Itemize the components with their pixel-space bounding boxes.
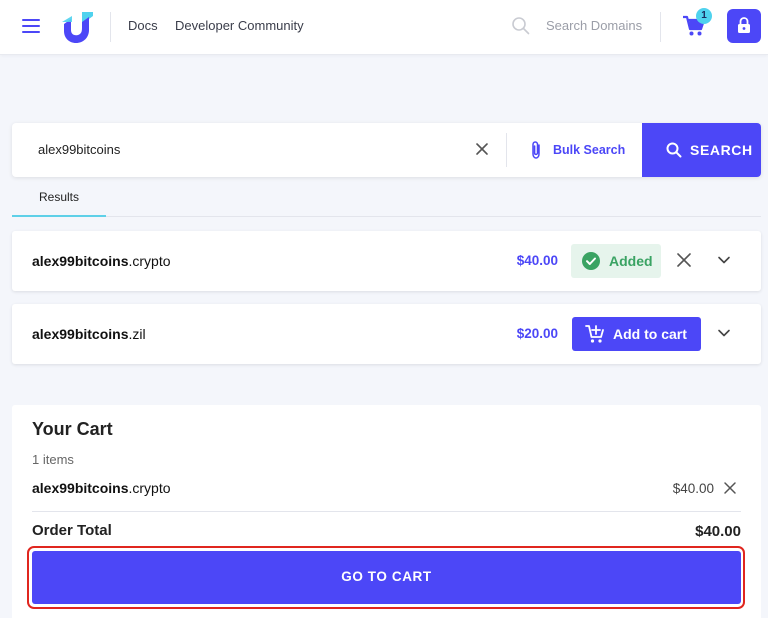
account-button[interactable] bbox=[727, 9, 761, 43]
cart-item-count: 1 items bbox=[32, 452, 74, 467]
result-row-zil: alex99bitcoins.zil $20.00 Add to cart bbox=[12, 304, 761, 364]
cart-item-price: $40.00 bbox=[672, 481, 714, 496]
top-navbar: Docs Developer Community Search Domains … bbox=[0, 0, 768, 55]
clear-search-icon[interactable] bbox=[475, 142, 489, 156]
go-to-cart-button[interactable]: GO TO CART bbox=[32, 551, 741, 604]
result-domain-label: alex99bitcoins bbox=[32, 253, 129, 269]
menu-icon[interactable] bbox=[22, 19, 40, 33]
check-circle-icon bbox=[582, 252, 600, 270]
cart-title: Your Cart bbox=[32, 419, 113, 439]
chevron-down-icon[interactable] bbox=[717, 255, 731, 265]
cart-item-extension: .crypto bbox=[128, 480, 171, 496]
tab-active-indicator bbox=[12, 215, 106, 217]
search-icon bbox=[666, 142, 682, 158]
result-domain-name: alex99bitcoins.crypto bbox=[32, 253, 171, 269]
tab-divider bbox=[106, 216, 761, 217]
result-row-crypto: alex99bitcoins.crypto $40.00 Added bbox=[12, 231, 761, 291]
added-status-badge: Added bbox=[571, 244, 661, 278]
cart-divider bbox=[32, 511, 741, 512]
header-divider bbox=[660, 12, 661, 42]
search-icon bbox=[512, 17, 530, 35]
cart-summary-panel: Your Cart 1 items alex99bitcoins.crypto … bbox=[12, 405, 761, 618]
add-to-cart-button[interactable]: Add to cart bbox=[572, 317, 701, 351]
remove-cart-item-icon[interactable] bbox=[723, 481, 737, 495]
result-domain-label: alex99bitcoins bbox=[32, 326, 129, 342]
search-button[interactable]: SEARCH bbox=[642, 123, 761, 177]
search-divider bbox=[506, 133, 507, 167]
go-to-cart-label: GO TO CART bbox=[341, 569, 432, 584]
unstoppable-logo[interactable] bbox=[60, 10, 96, 44]
domain-search-bar: alex99bitcoins Bulk Search SEARCH bbox=[12, 123, 761, 177]
search-domains-placeholder: Search Domains bbox=[546, 18, 643, 33]
nav-link-docs[interactable]: Docs bbox=[128, 18, 158, 33]
tab-results[interactable]: Results bbox=[12, 185, 106, 216]
added-status-label: Added bbox=[609, 253, 653, 269]
tab-results-label: Results bbox=[39, 190, 80, 204]
chevron-down-icon[interactable] bbox=[717, 328, 731, 338]
result-price: $20.00 bbox=[516, 326, 558, 341]
result-domain-extension: .zil bbox=[128, 326, 146, 342]
domain-search-input[interactable]: alex99bitcoins bbox=[38, 142, 120, 157]
cart-count-badge: 1 bbox=[696, 8, 712, 24]
result-domain-extension: .crypto bbox=[128, 253, 171, 269]
add-to-cart-label: Add to cart bbox=[613, 326, 687, 342]
lock-icon bbox=[738, 17, 750, 33]
header-divider bbox=[110, 12, 111, 42]
order-total-value: $40.00 bbox=[695, 523, 741, 540]
search-button-label: SEARCH bbox=[690, 142, 753, 158]
search-domains-field[interactable]: Search Domains bbox=[511, 14, 651, 40]
cart-item-label: alex99bitcoins bbox=[32, 480, 129, 496]
result-price: $40.00 bbox=[516, 253, 558, 268]
nav-link-developer-community[interactable]: Developer Community bbox=[175, 18, 304, 33]
cart-item-domain: alex99bitcoins.crypto bbox=[32, 480, 171, 496]
add-to-cart-icon bbox=[585, 325, 604, 343]
remove-from-cart-icon[interactable] bbox=[676, 252, 692, 268]
bulk-search-label: Bulk Search bbox=[553, 143, 626, 157]
paperclip-icon bbox=[532, 141, 540, 159]
order-total-label: Order Total bbox=[32, 522, 112, 539]
result-domain-name: alex99bitcoins.zil bbox=[32, 326, 146, 342]
